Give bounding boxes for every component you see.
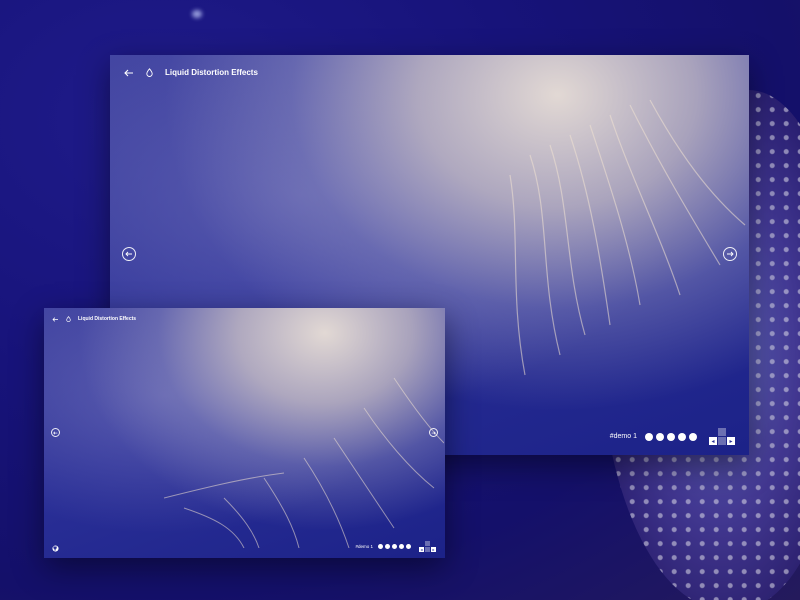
- down-icon[interactable]: [718, 437, 726, 445]
- prev-icon[interactable]: ◂: [709, 437, 717, 445]
- page-title: Liquid Distortion Effects: [78, 316, 137, 322]
- background-light-spot: [192, 10, 202, 18]
- down-icon[interactable]: [425, 547, 430, 552]
- next-icon[interactable]: ▸: [727, 437, 735, 445]
- drop-icon[interactable]: [146, 68, 153, 77]
- demo-dot[interactable]: [689, 432, 697, 441]
- demo-dot[interactable]: [667, 432, 675, 441]
- arrow-left-icon[interactable]: [52, 316, 59, 322]
- demo-dot[interactable]: [678, 432, 686, 441]
- demo-label: #demo 1: [355, 544, 373, 549]
- demo-dot[interactable]: [392, 544, 397, 549]
- up-icon[interactable]: [718, 428, 726, 436]
- next-icon[interactable]: ▸: [431, 547, 436, 552]
- demo-footer: #demo 1 ◂ ▸: [610, 428, 735, 445]
- demo-dots: [378, 544, 411, 549]
- demo-window-small: Liquid Distortion Effects #demo 1 ◂ ▸: [44, 308, 445, 558]
- demo-dot[interactable]: [399, 544, 404, 549]
- demo-dot[interactable]: [656, 432, 664, 441]
- jellyfish-tentacles: [509, 99, 746, 376]
- demo-dot[interactable]: [406, 544, 411, 549]
- demo-footer: #demo 1 ◂ ▸: [355, 541, 436, 552]
- demo-controls: ◂ ▸: [419, 541, 436, 552]
- demo-dot[interactable]: [385, 544, 390, 549]
- arrow-left-icon[interactable]: [124, 69, 134, 77]
- prev-icon[interactable]: ◂: [419, 547, 424, 552]
- demo-dot[interactable]: [645, 432, 653, 441]
- demo-label: #demo 1: [609, 433, 637, 440]
- demo-header: Liquid Distortion Effects: [124, 68, 258, 77]
- github-icon[interactable]: [52, 545, 59, 552]
- demo-dot[interactable]: [378, 544, 383, 549]
- arrow-left-circle-icon[interactable]: [51, 428, 60, 437]
- arrow-left-circle-icon[interactable]: [122, 247, 136, 261]
- jellyfish-tentacles: [164, 377, 444, 548]
- drop-icon[interactable]: [66, 316, 71, 322]
- demo-dots: [645, 432, 697, 441]
- page-title: Liquid Distortion Effects: [165, 68, 258, 77]
- demo-header: Liquid Distortion Effects: [52, 316, 136, 322]
- arrow-right-circle-icon[interactable]: [429, 428, 438, 437]
- up-icon[interactable]: [425, 541, 430, 546]
- arrow-right-circle-icon[interactable]: [723, 247, 737, 261]
- demo-controls: ◂ ▸: [709, 428, 735, 445]
